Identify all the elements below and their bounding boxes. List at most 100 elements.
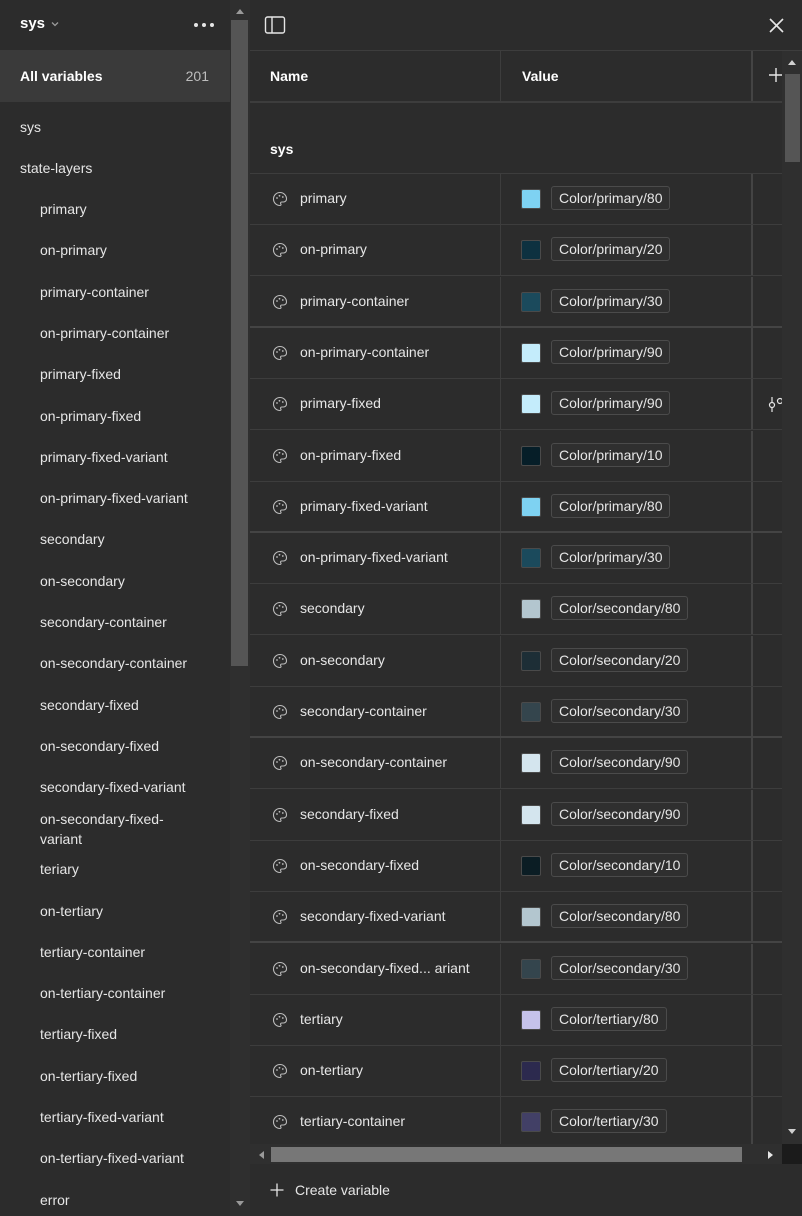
add-mode-icon[interactable]: [768, 67, 782, 83]
color-swatch[interactable]: [521, 1112, 541, 1133]
sidebar-item[interactable]: tertiary-fixed-variant: [0, 1097, 230, 1137]
table-row[interactable]: on-secondary-fixed Color/secondary/10: [250, 840, 782, 892]
sidebar-item[interactable]: on-tertiary-container: [0, 973, 230, 1013]
color-swatch[interactable]: [521, 342, 541, 363]
table-row[interactable]: tertiary Color/tertiary/80: [250, 994, 782, 1046]
table-row[interactable]: secondary Color/secondary/80: [250, 584, 782, 636]
sidebar-item[interactable]: on-tertiary-fixed: [0, 1056, 230, 1096]
color-swatch[interactable]: [521, 496, 541, 517]
color-swatch[interactable]: [521, 189, 541, 209]
scroll-down-arrow-icon[interactable]: [786, 1127, 798, 1137]
table-row[interactable]: primary Color/primary/80: [250, 174, 782, 225]
variable-alias-pill[interactable]: Color/primary/30: [551, 545, 671, 570]
column-header-value[interactable]: Value: [522, 68, 559, 84]
table-row[interactable]: on-secondary Color/secondary/20: [250, 635, 782, 687]
variable-alias-pill[interactable]: Color/primary/10: [551, 442, 671, 467]
more-options-icon[interactable]: [192, 16, 216, 34]
all-variables-item[interactable]: All variables 201: [0, 50, 230, 102]
collection-selector[interactable]: sys: [20, 15, 60, 32]
table-row[interactable]: on-secondary-container Color/secondary/90: [250, 738, 782, 790]
color-swatch[interactable]: [521, 1061, 541, 1082]
mode-settings-icon[interactable]: [768, 395, 782, 413]
table-row[interactable]: tertiary-container Color/tertiary/30: [250, 1097, 782, 1144]
sidebar-item[interactable]: on-secondary-fixed: [0, 726, 230, 766]
column-header-name[interactable]: Name: [270, 68, 308, 84]
sidebar-item[interactable]: on-primary-fixed: [0, 396, 230, 436]
sidebar-item[interactable]: on-secondary-container: [0, 643, 230, 683]
scroll-left-arrow-icon[interactable]: [256, 1149, 266, 1161]
sidebar-item[interactable]: on-tertiary-fixed-variant: [0, 1138, 230, 1178]
sidebar-item[interactable]: on-primary: [0, 230, 230, 270]
color-swatch[interactable]: [521, 907, 541, 928]
table-row[interactable]: primary-fixed Color/primary/90: [250, 379, 782, 431]
variable-alias-pill[interactable]: Color/secondary/90: [551, 801, 689, 826]
sidebar-item[interactable]: primary-fixed: [0, 354, 230, 394]
sidebar-scroll-thumb[interactable]: [231, 20, 248, 666]
sidebar-item[interactable]: on-tertiary: [0, 891, 230, 931]
table-row[interactable]: secondary-container Color/secondary/30: [250, 687, 782, 738]
color-swatch[interactable]: [521, 599, 541, 620]
table-row[interactable]: primary-container Color/primary/30: [250, 276, 782, 328]
sidebar-group-item[interactable]: state-layers: [0, 148, 230, 188]
table-horizontal-scroll-thumb[interactable]: [271, 1147, 742, 1162]
scroll-up-arrow-icon[interactable]: [786, 57, 798, 67]
color-swatch[interactable]: [521, 291, 541, 312]
color-swatch[interactable]: [521, 702, 541, 722]
sidebar-item[interactable]: tertiary-container: [0, 932, 230, 972]
sidebar-item[interactable]: primary-fixed-variant: [0, 437, 230, 477]
variable-alias-pill[interactable]: Color/tertiary/80: [551, 1006, 667, 1031]
sidebar-item[interactable]: teriary: [0, 849, 230, 889]
color-swatch[interactable]: [521, 1009, 541, 1030]
sidebar-item[interactable]: secondary-fixed: [0, 685, 230, 725]
sidebar-item[interactable]: secondary-fixed-variant: [0, 767, 230, 807]
variable-alias-pill[interactable]: Color/secondary/10: [551, 852, 689, 877]
variable-alias-pill[interactable]: Color/secondary/20: [551, 647, 689, 672]
variable-alias-pill[interactable]: Color/secondary/80: [551, 904, 689, 929]
table-row[interactable]: on-primary Color/primary/20: [250, 225, 782, 277]
sidebar-item[interactable]: secondary: [0, 519, 230, 559]
table-horizontal-scrollbar[interactable]: [250, 1144, 782, 1164]
sidebar-item[interactable]: on-secondary-fixed-variant: [0, 808, 230, 850]
color-swatch[interactable]: [521, 394, 541, 415]
create-variable-button[interactable]: Create variable: [270, 1182, 390, 1198]
close-icon[interactable]: [768, 17, 785, 34]
sidebar-item[interactable]: tertiary-fixed: [0, 1014, 230, 1054]
variable-alias-pill[interactable]: Color/primary/90: [551, 339, 671, 364]
table-row[interactable]: on-primary-fixed-variant Color/primary/30: [250, 533, 782, 585]
color-swatch[interactable]: [521, 753, 541, 774]
variable-alias-pill[interactable]: Color/primary/80: [551, 186, 671, 210]
table-row[interactable]: on-primary-container Color/primary/90: [250, 327, 782, 379]
scroll-right-arrow-icon[interactable]: [766, 1149, 776, 1161]
variable-alias-pill[interactable]: Color/secondary/80: [551, 596, 689, 621]
variable-alias-pill[interactable]: Color/primary/80: [551, 493, 671, 518]
sidebar-item[interactable]: primary: [0, 189, 230, 229]
table-row[interactable]: on-secondary-fixed... ariant Color/second…: [250, 943, 782, 995]
sidebar-item[interactable]: on-primary-fixed-variant: [0, 478, 230, 518]
scroll-down-arrow-icon[interactable]: [234, 1199, 246, 1209]
table-row[interactable]: on-primary-fixed Color/primary/10: [250, 430, 782, 482]
variable-alias-pill[interactable]: Color/secondary/30: [551, 955, 689, 980]
table-vertical-scrollbar[interactable]: [782, 51, 802, 1144]
variable-alias-pill[interactable]: Color/tertiary/30: [551, 1109, 667, 1134]
variable-alias-pill[interactable]: Color/primary/30: [551, 288, 671, 313]
variable-alias-pill[interactable]: Color/tertiary/20: [551, 1058, 667, 1083]
scroll-up-arrow-icon[interactable]: [234, 6, 246, 16]
sidebar-item[interactable]: on-secondary: [0, 561, 230, 601]
table-vertical-scroll-thumb[interactable]: [785, 74, 800, 162]
table-row[interactable]: secondary-fixed Color/secondary/90: [250, 789, 782, 841]
table-row[interactable]: primary-fixed-variant Color/primary/80: [250, 481, 782, 533]
color-swatch[interactable]: [521, 548, 541, 569]
color-swatch[interactable]: [521, 240, 541, 261]
color-swatch[interactable]: [521, 958, 541, 979]
color-swatch[interactable]: [521, 804, 541, 825]
variable-alias-pill[interactable]: Color/primary/90: [551, 391, 671, 416]
color-swatch[interactable]: [521, 445, 541, 466]
variable-alias-pill[interactable]: Color/secondary/30: [551, 699, 689, 723]
variable-alias-pill[interactable]: Color/secondary/90: [551, 750, 689, 775]
sidebar-item[interactable]: on-primary-container: [0, 313, 230, 353]
color-swatch[interactable]: [521, 650, 541, 671]
sidebar-scrollbar[interactable]: [230, 0, 250, 1216]
color-swatch[interactable]: [521, 855, 541, 876]
sidebar-item[interactable]: error: [0, 1180, 230, 1216]
toggle-sidebar-icon[interactable]: [264, 15, 286, 35]
